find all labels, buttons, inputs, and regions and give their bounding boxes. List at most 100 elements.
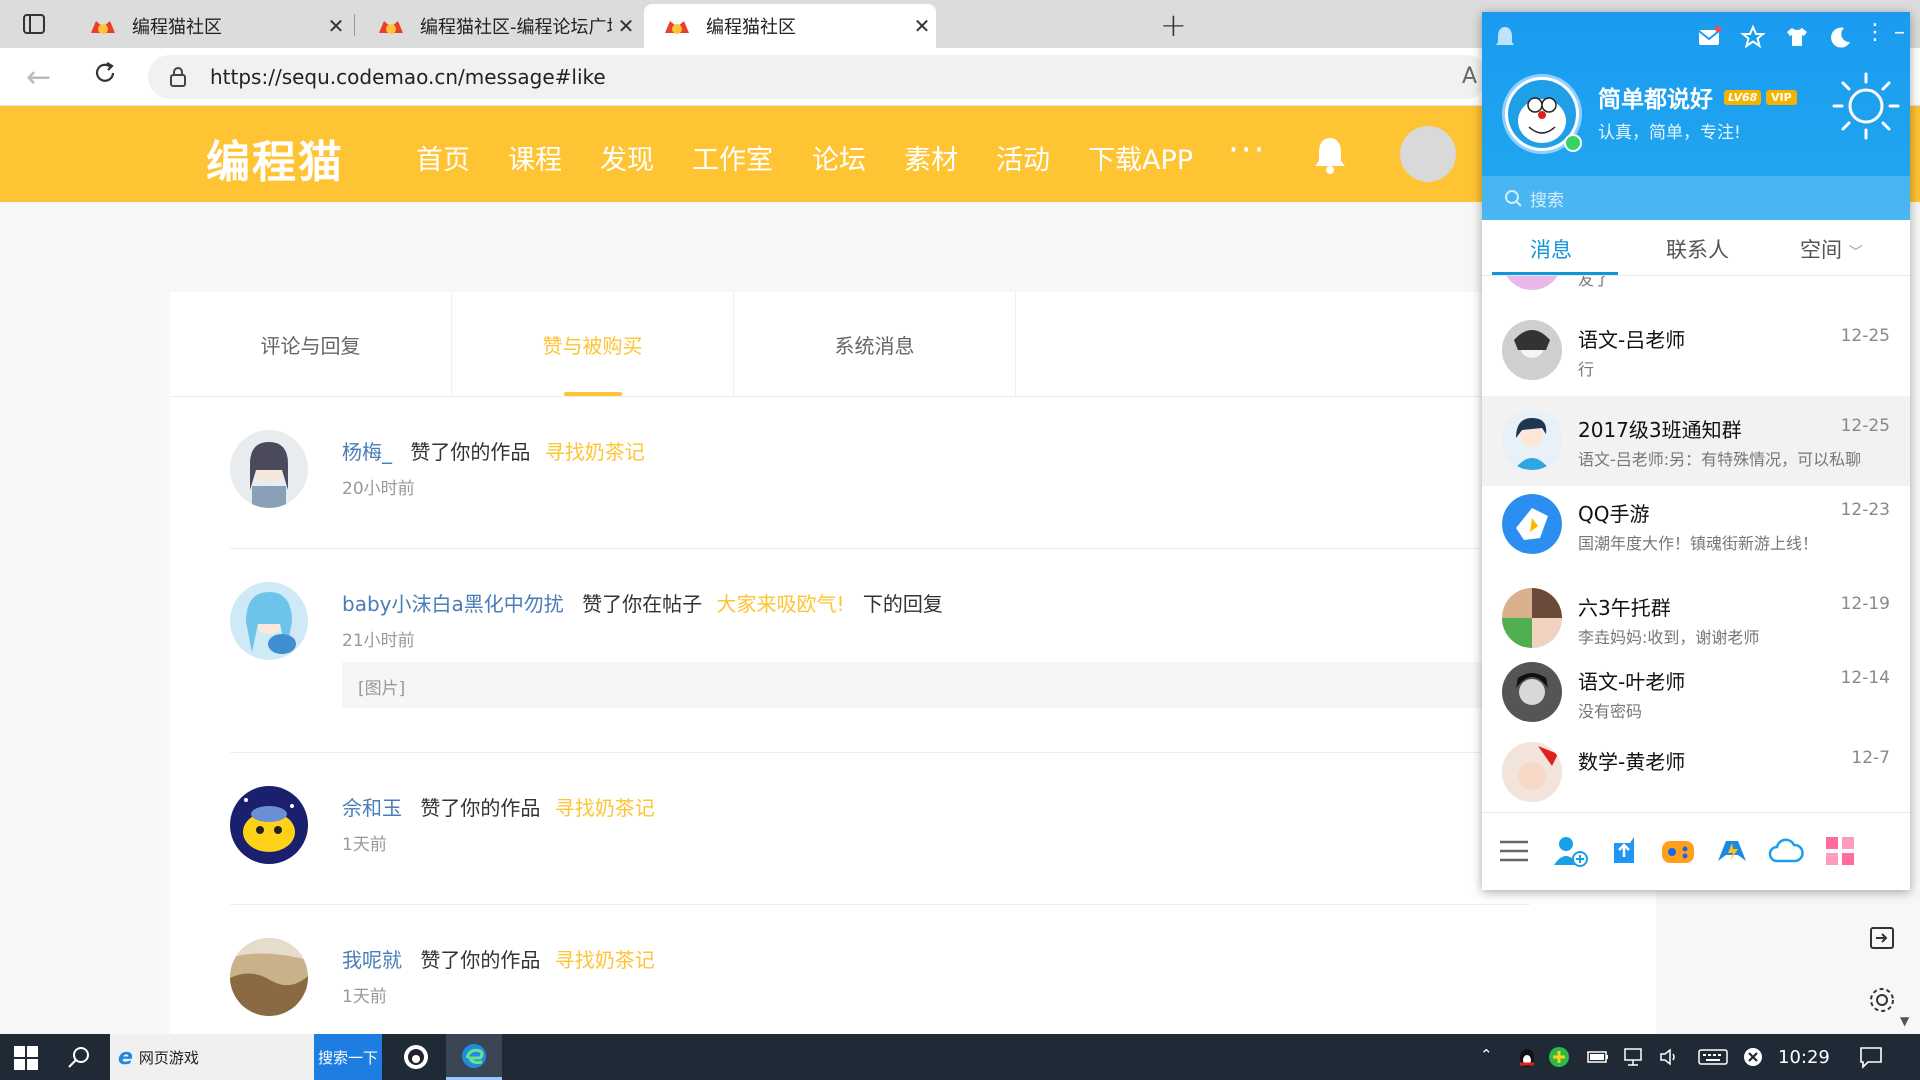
bell-icon[interactable] xyxy=(1312,134,1348,174)
reader-mode-icon[interactable]: A xyxy=(1462,64,1477,89)
moon-icon[interactable] xyxy=(1828,24,1854,50)
network-icon[interactable] xyxy=(1622,1046,1646,1068)
battery-icon[interactable] xyxy=(1586,1046,1610,1068)
qq-signature[interactable]: 认真，简单，专注! xyxy=(1598,118,1741,143)
nav-activities[interactable]: 活动 xyxy=(996,138,1050,177)
windows-taskbar: e 网页游戏 搜索一下 ⌃ 10:29 xyxy=(0,1034,1920,1080)
username-link[interactable]: 佘和玉 xyxy=(342,796,402,820)
level-badge[interactable]: LV68 xyxy=(1724,90,1762,105)
clock[interactable]: 10:29 xyxy=(1778,1047,1830,1068)
game-center-icon[interactable] xyxy=(1660,833,1696,869)
qq-search-input[interactable]: 搜索 xyxy=(1482,176,1910,220)
search-icon[interactable] xyxy=(66,1044,92,1070)
qq-nickname[interactable]: 简单都说好 xyxy=(1598,80,1713,114)
tab-likes-purchases[interactable]: 赞与被购买 xyxy=(452,292,734,396)
close-tab-icon[interactable]: ✕ xyxy=(908,14,936,38)
user-avatar[interactable] xyxy=(1400,126,1456,182)
tab-label: 赞与被购买 xyxy=(542,333,643,358)
avatar[interactable] xyxy=(230,938,308,1016)
tab-system-messages[interactable]: 系统消息 xyxy=(734,292,1016,396)
codemao-favicon-icon xyxy=(665,21,689,34)
volume-icon[interactable] xyxy=(1658,1046,1682,1068)
minimize-icon[interactable]: – xyxy=(1894,20,1910,46)
sidebar-toggle-icon[interactable] xyxy=(1866,922,1898,954)
list-item: 佘和玉 赞了你的作品 寻找奶茶记 1天前 xyxy=(230,786,1530,886)
back-arrow-icon[interactable]: ← xyxy=(26,60,51,95)
tab-title: 编程猫社区-编程论坛广场-编程学习 xyxy=(420,17,612,38)
conversation-item[interactable]: 数学-黄老师 12-7 xyxy=(1482,728,1910,812)
mail-icon[interactable] xyxy=(1696,24,1722,50)
shirt-icon[interactable] xyxy=(1784,24,1810,50)
conversation-item-partial[interactable]: 友了 xyxy=(1482,276,1910,306)
username-link[interactable]: 杨梅_ xyxy=(342,440,392,464)
scroll-down-arrow-icon[interactable]: ▼ xyxy=(1900,1014,1909,1028)
conversation-name: 语文-叶老师 xyxy=(1578,670,1686,694)
nav-studio[interactable]: 工作室 xyxy=(692,138,773,177)
tab-contacts[interactable]: 联系人 xyxy=(1666,234,1729,264)
username-link[interactable]: 我呢就 xyxy=(342,948,402,972)
timestamp: 21小时前 xyxy=(342,631,415,651)
add-friend-icon[interactable] xyxy=(1552,833,1588,869)
conversation-item[interactable]: 语文-叶老师 12-14 没有密码 xyxy=(1482,648,1910,738)
weather-sun-icon[interactable] xyxy=(1828,68,1904,144)
nav-forum[interactable]: 论坛 xyxy=(812,138,866,177)
web-games-search-box[interactable]: e 网页游戏 xyxy=(110,1034,314,1080)
conversation-name: 语文-吕老师 xyxy=(1578,328,1686,352)
windows-start-icon[interactable] xyxy=(14,1046,38,1070)
close-tab-icon[interactable]: ✕ xyxy=(322,14,350,38)
more-menu-button[interactable]: ··· xyxy=(1228,130,1266,170)
tab-qzone[interactable]: 空间 ﹀ xyxy=(1800,234,1863,264)
more-vertical-icon[interactable]: ⋮ xyxy=(1864,20,1890,46)
notification-center-icon[interactable] xyxy=(1858,1044,1884,1070)
close-tab-icon[interactable]: ✕ xyxy=(612,14,640,38)
star-icon[interactable] xyxy=(1740,24,1766,50)
tab-comments-replies[interactable]: 评论与回复 xyxy=(170,292,452,396)
keyboard-icon[interactable] xyxy=(1698,1046,1728,1068)
qq-tray-icon[interactable] xyxy=(1516,1046,1538,1068)
taskbar-app-penguin[interactable] xyxy=(388,1034,444,1080)
work-link[interactable]: 寻找奶茶记 xyxy=(555,948,655,972)
main-menu-icon[interactable] xyxy=(1496,833,1532,869)
nav-download-app[interactable]: 下载APP xyxy=(1088,138,1193,177)
app-grid-icon[interactable] xyxy=(1822,833,1858,869)
taskbar-app-edge[interactable] xyxy=(446,1034,502,1080)
browser-tab-2[interactable]: 编程猫社区-编程论坛广场-编程学习 ✕ xyxy=(358,4,640,48)
action-text: 赞了你的作品 xyxy=(410,440,531,464)
avatar[interactable] xyxy=(230,786,308,864)
conversation-item[interactable]: 语文-吕老师 12-25 行 xyxy=(1482,306,1910,396)
site-logo[interactable]: 编程猫 xyxy=(206,126,344,190)
vip-badge[interactable]: VIP xyxy=(1766,90,1797,105)
nav-discover[interactable]: 发现 xyxy=(600,138,654,177)
settings-gear-icon[interactable] xyxy=(1866,984,1898,1016)
avatar xyxy=(1502,742,1562,802)
message-line: 佘和玉 赞了你的作品 寻找奶茶记 xyxy=(342,792,667,821)
new-tab-button[interactable]: + xyxy=(1160,6,1187,44)
avatar[interactable] xyxy=(230,430,308,508)
post-link[interactable]: 大家来吸欧气! xyxy=(716,592,844,616)
search-button[interactable]: 搜索一下 xyxy=(314,1034,382,1080)
qq-games-icon[interactable] xyxy=(1714,833,1750,869)
browser-tab-1[interactable]: 编程猫社区 ✕ xyxy=(70,4,350,48)
conversation-item[interactable]: 2017级3班通知群 12-25 语文-吕老师:另：有特殊情况，可以私聊 xyxy=(1482,396,1910,486)
reload-icon[interactable] xyxy=(92,60,118,86)
cloud-icon[interactable] xyxy=(1768,833,1804,869)
qq-bell-icon[interactable] xyxy=(1492,24,1518,50)
nav-courses[interactable]: 课程 xyxy=(508,138,562,177)
username-link[interactable]: baby小沫白a黑化中勿扰 xyxy=(342,592,564,616)
nav-materials[interactable]: 素材 xyxy=(904,138,958,177)
browser-tab-3[interactable]: 编程猫社区 ✕ xyxy=(644,4,936,48)
url-field[interactable]: https://sequ.codemao.cn/message#like xyxy=(148,55,1488,99)
work-link[interactable]: 寻找奶茶记 xyxy=(555,796,655,820)
security-plus-icon[interactable] xyxy=(1548,1046,1570,1068)
tray-expand-icon[interactable]: ⌃ xyxy=(1480,1046,1493,1068)
tab-actions-icon[interactable] xyxy=(20,10,48,38)
work-link[interactable]: 寻找奶茶记 xyxy=(545,440,645,464)
tabs-divider xyxy=(170,396,1656,397)
cancel-circle-icon[interactable] xyxy=(1742,1046,1764,1068)
nav-home[interactable]: 首页 xyxy=(416,138,470,177)
message-line: baby小沫白a黑化中勿扰 赞了你在帖子 大家来吸欧气! 下的回复 xyxy=(342,588,943,617)
tab-messages[interactable]: 消息 xyxy=(1530,234,1572,264)
avatar[interactable] xyxy=(230,582,308,660)
file-transfer-icon[interactable] xyxy=(1606,833,1642,869)
conversation-item[interactable]: QQ手游 12-23 国潮年度大作！镇魂街新游上线！ xyxy=(1482,480,1910,570)
